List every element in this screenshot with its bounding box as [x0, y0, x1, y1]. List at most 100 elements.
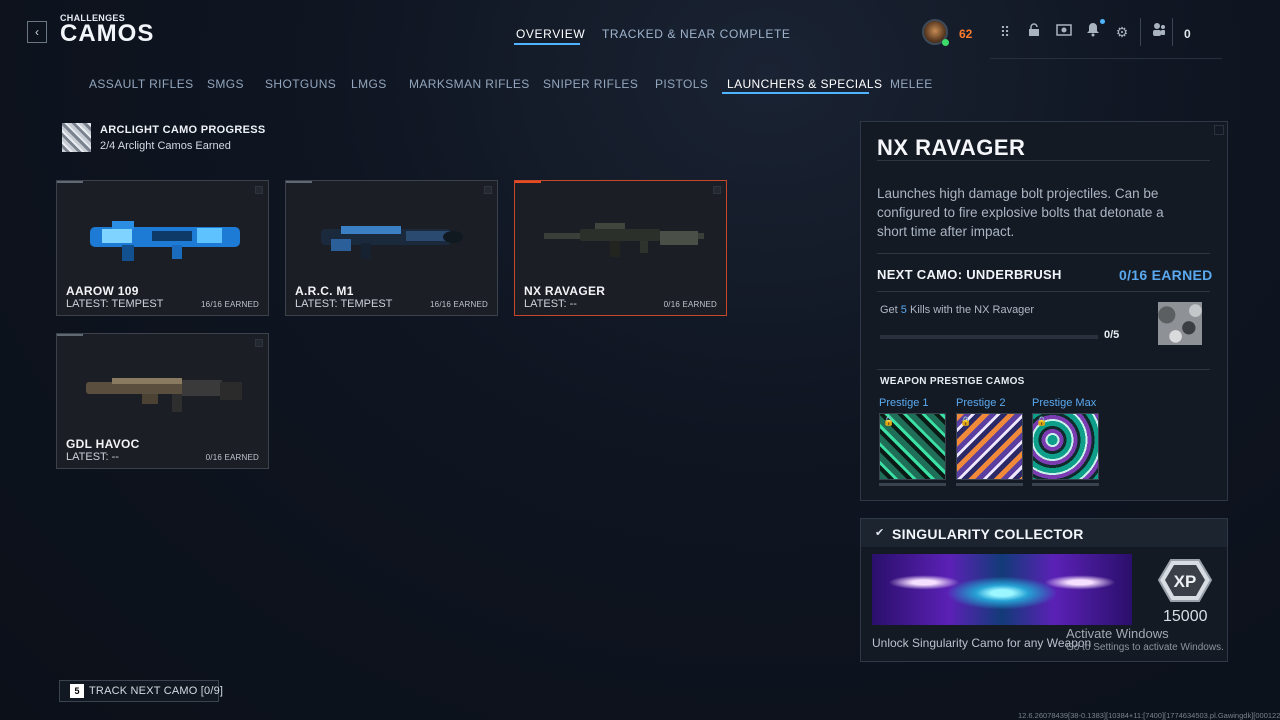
weapon-name: A.R.C. M1	[295, 284, 354, 298]
player-level: 62	[959, 27, 973, 41]
tab-marksman-rifles[interactable]: MARKSMAN RIFLES	[409, 77, 530, 91]
weapon-card-arc-m1[interactable]: A.R.C. M1 LATEST: TEMPEST 16/16 EARNED	[285, 180, 498, 316]
prestige-2-camo[interactable]: 🔒	[956, 413, 1023, 480]
xp-amount: 15000	[1163, 608, 1208, 625]
tab-shotguns[interactable]: SHOTGUNS	[265, 77, 336, 91]
weapon-card-nx-ravager[interactable]: NX RAVAGER LATEST: -- 0/16 EARNED	[514, 180, 727, 316]
weapon-image	[90, 221, 240, 261]
card-corner	[484, 186, 492, 194]
friends-icon[interactable]	[1149, 22, 1169, 42]
weapon-earned-count: 16/16 EARNED	[430, 300, 488, 309]
weapon-name: AAROW 109	[66, 284, 139, 298]
weapon-image	[321, 226, 463, 259]
weapon-latest-camo: LATEST: --	[524, 298, 577, 310]
build-string: 12.6.26078439[38-0.1383][10384+11:[7400]…	[1018, 711, 1280, 720]
header-divider	[1140, 18, 1141, 46]
weapon-earned-count: 0/16 EARNED	[663, 300, 717, 309]
track-next-camo-label: TRACK NEXT CAMO [0/9]	[89, 685, 224, 697]
friends-count: 0	[1184, 27, 1191, 41]
divider	[877, 160, 1210, 161]
arclight-title: ARCLIGHT CAMO PROGRESS	[100, 124, 266, 136]
back-button[interactable]: ‹	[27, 21, 47, 43]
prestige-max-camo[interactable]: 🔒	[1032, 413, 1099, 480]
category-underline	[722, 92, 869, 94]
challenge-progress-count: 0/5	[1104, 329, 1120, 341]
windows-activation-title: Activate Windows	[1066, 626, 1169, 641]
detail-title: NX RAVAGER	[877, 135, 1026, 160]
tab-assault-rifles[interactable]: ASSAULT RIFLES	[89, 77, 194, 91]
tab-overview[interactable]: OVERVIEW	[516, 27, 585, 41]
singularity-calling-card	[872, 554, 1132, 625]
detail-description: Launches high damage bolt projectiles. C…	[877, 186, 1164, 239]
tab-pistols[interactable]: PISTOLS	[655, 77, 708, 91]
header-divider	[1172, 18, 1173, 46]
lock-icon: 🔒	[960, 416, 972, 426]
weapon-card-aarow-109[interactable]: AAROW 109 LATEST: TEMPEST 16/16 EARNED	[56, 180, 269, 316]
card-accent	[515, 181, 541, 183]
card-corner	[255, 186, 263, 194]
notifications-icon[interactable]	[1083, 22, 1103, 42]
lock-icon: 🔒	[883, 416, 895, 426]
arclight-camo-icon	[62, 123, 91, 152]
prestige-1-camo[interactable]: 🔒	[879, 413, 946, 480]
notification-dot	[1100, 19, 1105, 24]
tab-smgs[interactable]: SMGS	[207, 77, 244, 91]
keybind-hint: 5	[70, 684, 84, 698]
tab-launchers-specials[interactable]: LAUNCHERS & SPECIALS	[727, 77, 882, 91]
card-corner	[713, 186, 721, 194]
tab-tracked[interactable]: TRACKED & NEAR COMPLETE	[602, 27, 791, 41]
divider	[877, 369, 1210, 370]
tab-sniper-rifles[interactable]: SNIPER RIFLES	[543, 77, 638, 91]
store-icon[interactable]	[1054, 22, 1074, 42]
apps-grid-icon[interactable]: ⠿	[995, 22, 1015, 42]
xp-badge-label: XP	[1174, 572, 1197, 591]
weapon-earned-count: 16/16 EARNED	[201, 300, 259, 309]
check-icon: ✔	[875, 527, 885, 539]
tab-lmgs[interactable]: LMGS	[351, 77, 387, 91]
underbrush-camo-swatch	[1158, 302, 1202, 345]
weapon-image	[86, 378, 242, 412]
chevron-left-icon: ‹	[35, 25, 39, 39]
weapon-latest-camo: LATEST: TEMPEST	[295, 298, 393, 310]
challenge-suffix: Kills with the NX Ravager	[906, 304, 1035, 316]
challenge-description: Get 5 Kills with the NX Ravager	[880, 304, 1034, 316]
card-accent	[57, 334, 83, 336]
tab-underline	[514, 43, 580, 45]
divider	[877, 291, 1210, 292]
next-camo-label: NEXT CAMO: UNDERBRUSH	[877, 267, 1062, 282]
divider	[877, 253, 1210, 254]
prestige-heading: WEAPON PRESTIGE CAMOS	[880, 376, 1025, 387]
prestige-2-label: Prestige 2	[956, 397, 1006, 409]
lock-icon: 🔒	[1036, 416, 1048, 426]
prestige-max-label: Prestige Max	[1032, 397, 1097, 409]
windows-activation-subtitle: Go to Settings to activate Windows.	[1066, 642, 1224, 653]
gear-icon[interactable]: ⚙	[1112, 22, 1132, 42]
weapon-latest-camo: LATEST: --	[66, 451, 119, 463]
challenge-progress-bar	[880, 335, 1098, 339]
online-status-dot	[942, 39, 949, 46]
prestige-max-bar	[1032, 483, 1099, 486]
singularity-title: SINGULARITY COLLECTOR	[892, 526, 1084, 542]
prestige-1-label: Prestige 1	[879, 397, 929, 409]
singularity-subtitle: Unlock Singularity Camo for any Weapon	[872, 636, 1092, 650]
page-title: CAMOS	[60, 20, 155, 47]
panel-corner	[1214, 125, 1224, 135]
xp-badge-icon: XP	[1157, 559, 1213, 602]
next-camo-earned: 0/16 EARNED	[1119, 267, 1213, 283]
challenge-prefix: Get	[880, 304, 901, 316]
weapon-name: NX RAVAGER	[524, 284, 606, 298]
prestige-2-bar	[956, 483, 1023, 486]
arclight-subtitle: 2/4 Arclight Camos Earned	[100, 140, 231, 152]
card-accent	[57, 181, 83, 183]
card-accent	[286, 181, 312, 183]
unlock-icon[interactable]	[1024, 22, 1044, 42]
tab-melee[interactable]: MELEE	[890, 77, 933, 91]
weapon-latest-camo: LATEST: TEMPEST	[66, 298, 164, 310]
weapon-card-gdl-havoc[interactable]: GDL HAVOC LATEST: -- 0/16 EARNED	[56, 333, 269, 469]
weapon-name: GDL HAVOC	[66, 437, 140, 451]
weapon-image	[544, 223, 704, 257]
header-rule	[990, 58, 1222, 59]
weapon-earned-count: 0/16 EARNED	[205, 453, 259, 462]
card-corner	[255, 339, 263, 347]
prestige-1-bar	[879, 483, 946, 486]
